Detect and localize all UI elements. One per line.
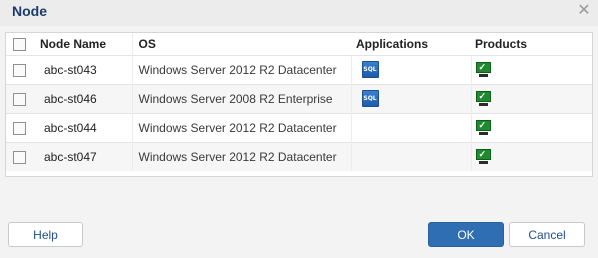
dialog-title: Node [12, 3, 47, 19]
column-header-applications[interactable]: Applications [351, 33, 471, 55]
cancel-button[interactable]: Cancel [509, 222, 585, 247]
node-name: abc-st047 [44, 149, 97, 164]
table-row[interactable]: abc-st044 Windows Server 2012 R2 Datacent… [6, 113, 592, 142]
row-select-cell [6, 55, 36, 84]
select-all-checkbox[interactable] [13, 37, 26, 51]
node-name-cell: abc-st046 [36, 84, 132, 113]
sql-server-icon[interactable]: SQL [361, 90, 379, 107]
help-button[interactable]: Help [8, 222, 83, 247]
column-header-node-name[interactable]: Node Name [36, 33, 132, 55]
node-name-cell: abc-st047 [36, 142, 132, 171]
applications-cell: SQL [350, 55, 471, 84]
os-cell: Windows Server 2008 R2 Enterprise [131, 84, 351, 113]
table-header-row: Node Name OS Applications Products [6, 33, 592, 55]
table-row[interactable]: abc-st046 Windows Server 2008 R2 Enterpri… [6, 84, 592, 113]
row-select-cell [6, 84, 36, 113]
node-name: abc-st043 [44, 62, 97, 77]
monitor-check-icon[interactable]: ✓ [475, 149, 491, 165]
row-select-checkbox[interactable] [13, 92, 26, 106]
products-cell: ✓ [470, 142, 592, 171]
dialog-titlebar: Node ✕ [0, 0, 598, 26]
os-name: Windows Server 2012 R2 Datacenter [138, 120, 337, 135]
os-name: Windows Server 2008 R2 Enterprise [138, 91, 333, 106]
applications-cell [350, 142, 471, 171]
monitor-check-icon[interactable]: ✓ [475, 62, 491, 78]
node-name: abc-st044 [44, 120, 97, 135]
column-header-os[interactable]: OS [131, 33, 351, 55]
os-cell: Windows Server 2012 R2 Datacenter [131, 55, 351, 84]
row-select-cell [6, 113, 36, 142]
os-name: Windows Server 2012 R2 Datacenter [138, 149, 337, 164]
monitor-check-icon[interactable]: ✓ [475, 120, 491, 136]
sql-server-icon[interactable]: SQL [361, 61, 379, 78]
os-cell: Windows Server 2012 R2 Datacenter [131, 142, 351, 171]
row-select-checkbox[interactable] [13, 63, 26, 77]
applications-cell [350, 113, 471, 142]
products-cell: ✓ [470, 55, 592, 84]
products-cell: ✓ [470, 113, 592, 142]
applications-cell: SQL [350, 84, 471, 113]
table-row[interactable]: abc-st043 Windows Server 2012 R2 Datacent… [6, 55, 592, 84]
close-icon[interactable]: ✕ [575, 2, 593, 20]
monitor-check-icon[interactable]: ✓ [475, 91, 491, 107]
node-name-cell: abc-st043 [36, 55, 132, 84]
table-row[interactable]: abc-st047 Windows Server 2012 R2 Datacent… [6, 142, 592, 171]
node-name: abc-st046 [44, 91, 97, 106]
node-table: Node Name OS Applications Products abc-s… [5, 32, 593, 177]
node-dialog: Node ✕ Node Name OS Applications Product… [0, 0, 598, 258]
row-select-cell [6, 142, 36, 171]
row-select-checkbox[interactable] [13, 150, 26, 164]
ok-button[interactable]: OK [428, 222, 504, 247]
products-cell: ✓ [470, 84, 592, 113]
select-all-cell [6, 33, 36, 55]
os-cell: Windows Server 2012 R2 Datacenter [131, 113, 351, 142]
column-header-products[interactable]: Products [471, 33, 592, 55]
row-select-checkbox[interactable] [13, 121, 26, 135]
os-name: Windows Server 2012 R2 Datacenter [138, 62, 337, 77]
node-name-cell: abc-st044 [36, 113, 132, 142]
